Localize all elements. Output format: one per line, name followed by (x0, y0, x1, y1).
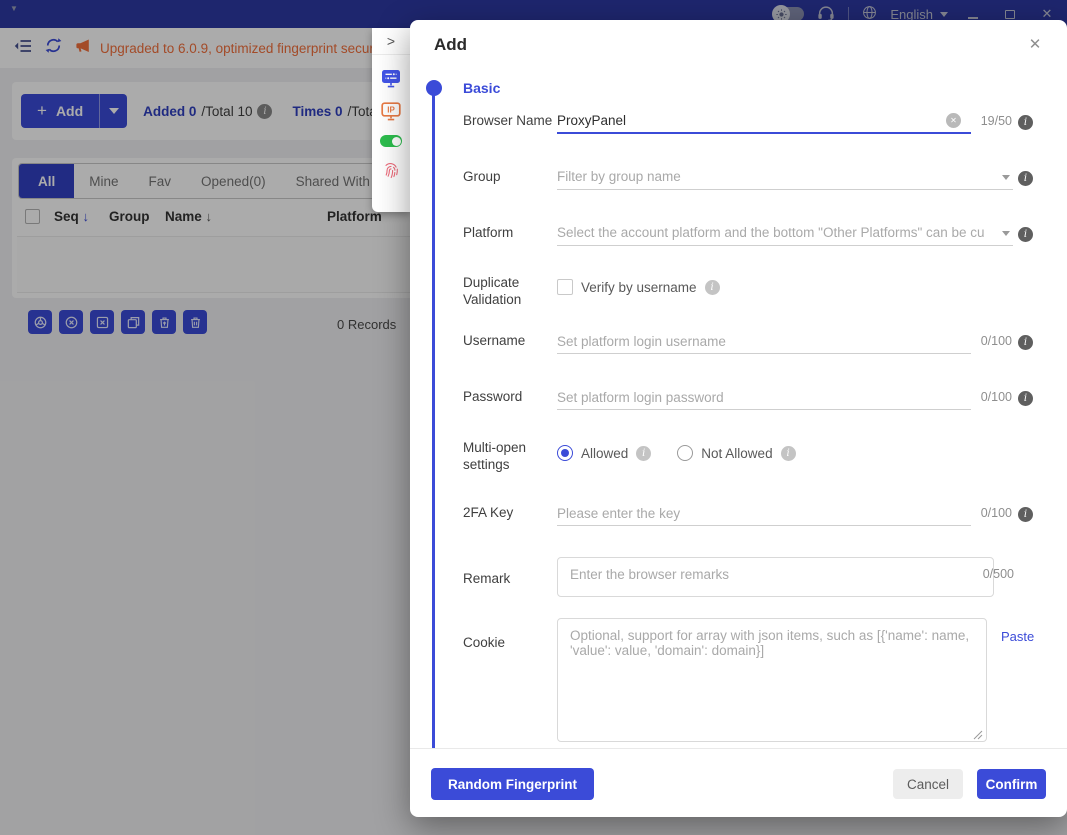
add-browser-modal: Add ✕ Basic Browser Name ✕ 19/50 i Group… (410, 20, 1067, 817)
password-counter: 0/100 (968, 385, 1012, 409)
section-basic-label: Basic (463, 80, 500, 96)
group-label: Group (463, 165, 553, 189)
username-counter: 0/100 (968, 329, 1012, 353)
info-icon[interactable]: i (1018, 507, 1033, 522)
quick-panel: > IP (372, 28, 410, 212)
confirm-button[interactable]: Confirm (977, 769, 1046, 799)
modal-footer: Random Fingerprint Cancel Confirm (410, 748, 1067, 817)
group-select[interactable]: Filter by group name (557, 165, 1013, 190)
browser-name-label: Browser Name (463, 109, 553, 133)
info-icon[interactable]: i (1018, 227, 1033, 242)
chevron-down-icon (1002, 231, 1010, 236)
field-browser-name: Browser Name ✕ 19/50 i (410, 109, 1067, 139)
info-icon[interactable]: i (636, 446, 651, 461)
modal-title: Add (434, 35, 467, 55)
browser-name-input[interactable] (557, 109, 971, 134)
display-settings-icon[interactable] (381, 69, 401, 88)
remark-textarea[interactable] (557, 557, 994, 597)
remark-counter: 0/500 (970, 567, 1014, 581)
field-remark: Remark 0/500 (410, 557, 1067, 599)
app-window: ▼ English ✕ (0, 0, 1067, 835)
cookie-label: Cookie (463, 631, 553, 655)
chevron-down-icon (1002, 175, 1010, 180)
2fa-key-input[interactable] (557, 501, 971, 526)
svg-text:IP: IP (387, 106, 395, 115)
duplicate-validation-label: Duplicate Validation (463, 274, 553, 308)
info-icon[interactable]: i (1018, 115, 1033, 130)
ip-monitor-icon[interactable]: IP (381, 102, 401, 121)
remark-label: Remark (463, 567, 553, 591)
field-platform: Platform Select the account platform and… (410, 221, 1067, 251)
toggle-on-icon[interactable] (380, 135, 402, 147)
info-icon[interactable]: i (1018, 171, 1033, 186)
allowed-radio[interactable] (557, 445, 573, 461)
allowed-label[interactable]: Allowed (581, 446, 628, 461)
browser-name-counter: 19/50 (968, 109, 1012, 133)
2fa-key-counter: 0/100 (968, 501, 1012, 525)
not-allowed-radio[interactable] (677, 445, 693, 461)
platform-placeholder: Select the account platform and the bott… (557, 221, 993, 245)
cookie-textarea[interactable] (557, 618, 987, 742)
password-input[interactable] (557, 385, 971, 410)
field-duplicate-validation: Duplicate Validation Verify by username … (410, 271, 1067, 301)
collapse-panel-button[interactable]: > (372, 28, 410, 55)
password-label: Password (463, 385, 553, 409)
info-icon[interactable]: i (781, 446, 796, 461)
field-password: Password 0/100 i (410, 385, 1067, 415)
paste-link[interactable]: Paste (1001, 629, 1034, 644)
field-username: Username 0/100 i (410, 329, 1067, 359)
info-icon[interactable]: i (1018, 391, 1033, 406)
not-allowed-label[interactable]: Not Allowed (701, 446, 772, 461)
clear-input-icon[interactable]: ✕ (946, 113, 961, 128)
field-group: Group Filter by group name i (410, 165, 1067, 195)
info-icon[interactable]: i (1018, 335, 1033, 350)
username-input[interactable] (557, 329, 971, 354)
fingerprint-icon[interactable] (382, 161, 400, 179)
random-fingerprint-button[interactable]: Random Fingerprint (431, 768, 594, 800)
multiopen-label: Multi-open settings (463, 439, 553, 473)
field-2fa-key: 2FA Key 0/100 i (410, 501, 1067, 531)
platform-select[interactable]: Select the account platform and the bott… (557, 221, 1013, 246)
field-cookie: Cookie Paste (410, 618, 1067, 744)
group-placeholder: Filter by group name (557, 165, 993, 189)
modal-close-button[interactable]: ✕ (1025, 35, 1045, 53)
verify-by-username-label: Verify by username (581, 280, 697, 295)
platform-label: Platform (463, 221, 553, 245)
info-icon[interactable]: i (705, 280, 720, 295)
field-multiopen: Multi-open settings Allowed i Not Allowe… (410, 436, 1067, 466)
2fa-key-label: 2FA Key (463, 501, 553, 525)
verify-by-username-checkbox[interactable] (557, 279, 573, 295)
cancel-button[interactable]: Cancel (893, 769, 963, 799)
username-label: Username (463, 329, 553, 353)
